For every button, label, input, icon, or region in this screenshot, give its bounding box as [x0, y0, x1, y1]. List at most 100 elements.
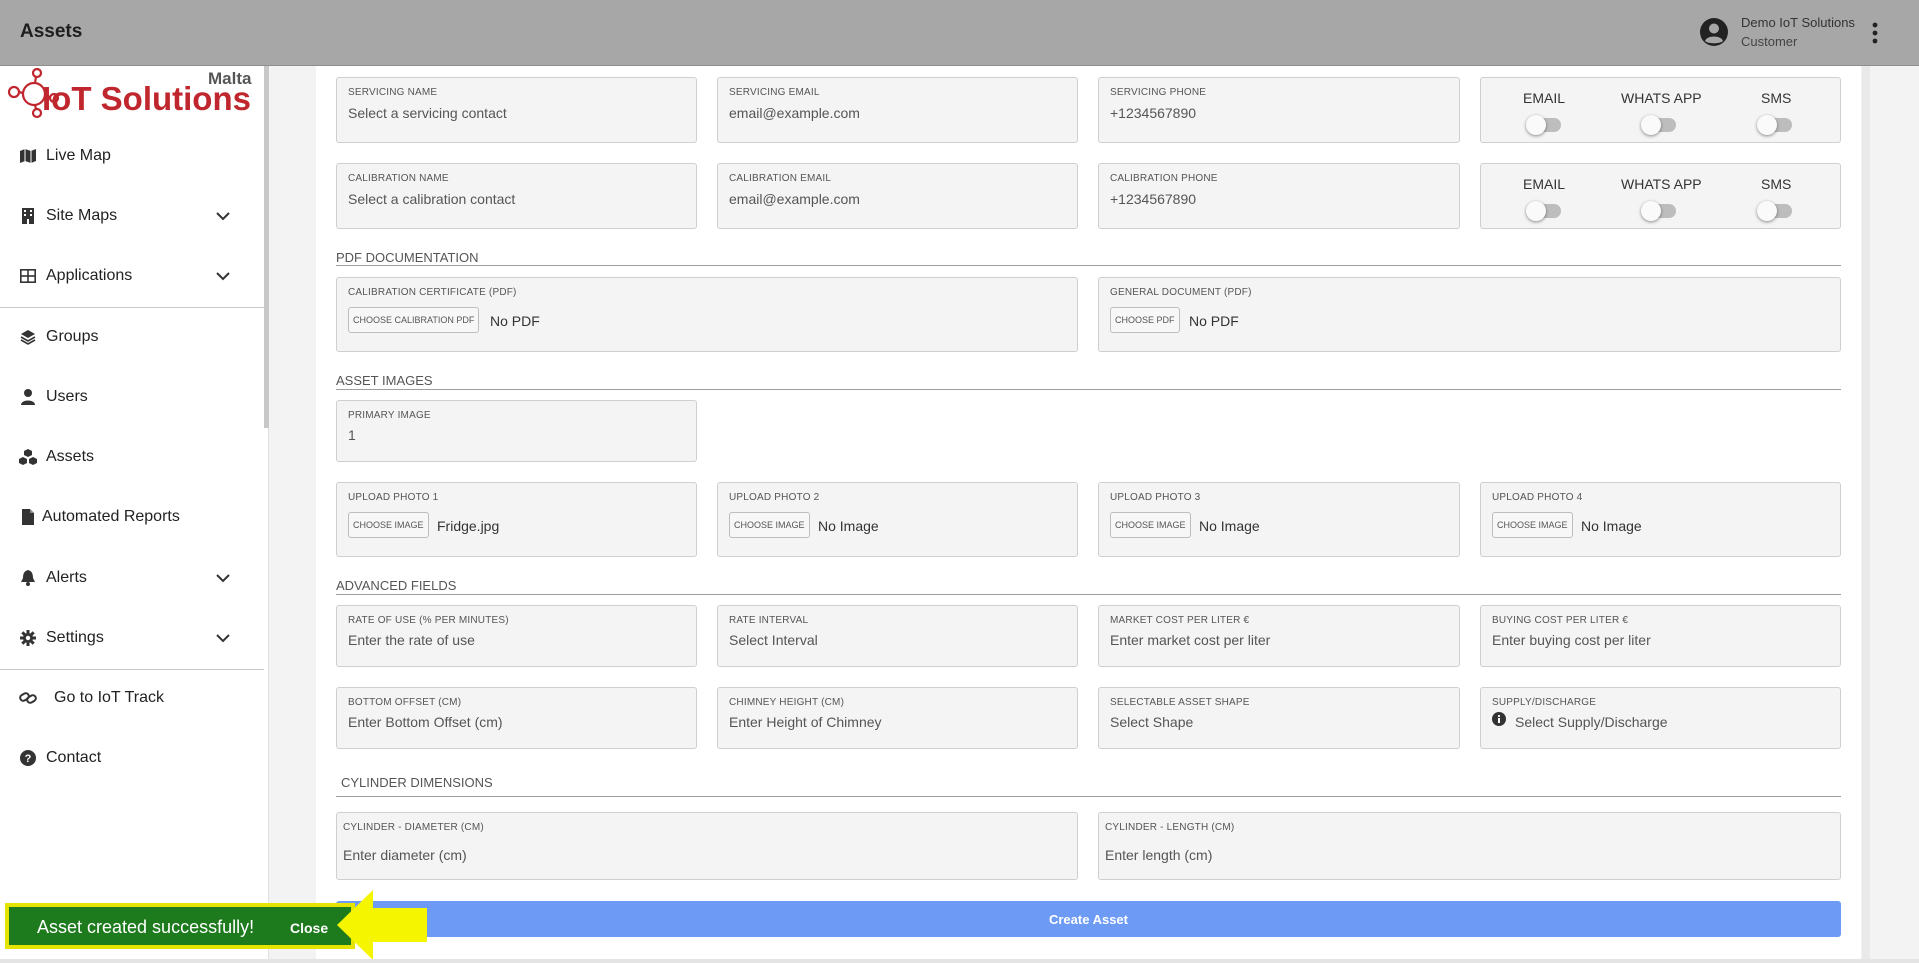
field-label: CALIBRATION PHONE: [1110, 173, 1218, 184]
supply-discharge-select[interactable]: SUPPLY/DISCHARGE Select Supply/Discharge: [1480, 687, 1841, 749]
servicing-phone-field[interactable]: SERVICING PHONE +1234567890: [1098, 77, 1460, 143]
document-icon: [19, 508, 37, 526]
account-icon[interactable]: [1699, 17, 1729, 47]
sidebar-item-applications[interactable]: Applications: [0, 254, 265, 298]
sidebar-item-assets[interactable]: Assets: [0, 435, 265, 479]
map-icon: [19, 147, 37, 165]
svg-text:Malta: Malta: [208, 69, 252, 88]
sidebar-item-live-map[interactable]: Live Map: [0, 134, 265, 178]
field-label: CYLINDER - LENGTH (CM): [1105, 822, 1235, 833]
sidebar-item-groups[interactable]: Groups: [0, 315, 265, 359]
sidebar-item-label: Alerts: [46, 569, 87, 586]
section-divider: [336, 594, 1841, 595]
field-placeholder: Select Interval: [729, 632, 818, 648]
field-placeholder: Select a calibration contact: [348, 191, 516, 207]
cubes-icon: [19, 448, 37, 466]
file-name: No PDF: [1189, 313, 1239, 329]
rate-of-use-field[interactable]: RATE OF USE (% PER MINUTES) Enter the ra…: [336, 605, 697, 667]
toggle-label-email: EMAIL: [1523, 176, 1566, 192]
sidebar-divider: [0, 307, 264, 308]
calibration-whatsapp-toggle[interactable]: [1641, 201, 1676, 221]
sidebar-item-label: Settings: [46, 629, 104, 646]
servicing-notification-toggles: EMAIL WHATS APP SMS: [1480, 77, 1841, 143]
market-cost-field[interactable]: MARKET COST PER LITER € Enter market cos…: [1098, 605, 1460, 667]
asset-shape-select[interactable]: SELECTABLE ASSET SHAPE Select Shape: [1098, 687, 1460, 749]
calibration-sms-toggle[interactable]: [1757, 201, 1792, 221]
field-value: 1: [348, 427, 356, 443]
user-name: Demo IoT Solutions: [1741, 15, 1855, 30]
servicing-sms-toggle[interactable]: [1757, 115, 1792, 135]
toast-close-button[interactable]: Close: [290, 920, 328, 936]
content-scrollbar[interactable]: [1862, 66, 1870, 959]
choose-pdf-button[interactable]: CHOOSE PDF: [1110, 307, 1180, 333]
sidebar-item-go-to-iot-track[interactable]: Go to IoT Track: [0, 676, 265, 720]
create-asset-button[interactable]: Create Asset: [336, 901, 1841, 937]
servicing-name-select[interactable]: SERVICING NAME Select a servicing contac…: [336, 77, 697, 143]
field-placeholder: email@example.com: [729, 105, 860, 121]
file-name: No Image: [1199, 518, 1260, 534]
file-name: No Image: [1581, 518, 1642, 534]
upload-photo-3: UPLOAD PHOTO 3 CHOOSE IMAGE No Image: [1098, 482, 1460, 557]
calibration-name-select[interactable]: CALIBRATION NAME Select a calibration co…: [336, 163, 697, 229]
sidebar-scrollbar[interactable]: [264, 66, 269, 428]
sidebar-item-label: Site Maps: [46, 207, 118, 224]
info-icon[interactable]: [1492, 712, 1506, 726]
chevron-down-icon: [216, 212, 230, 221]
field-label: CALIBRATION NAME: [348, 173, 449, 184]
section-divider: [336, 796, 1841, 797]
choose-image-button[interactable]: CHOOSE IMAGE: [348, 512, 429, 538]
sidebar-item-automated-reports[interactable]: Automated Reports: [0, 495, 265, 539]
sidebar-item-label: Go to IoT Track: [54, 689, 164, 706]
buying-cost-field[interactable]: BUYING COST PER LITER € Enter buying cos…: [1480, 605, 1841, 667]
more-menu-icon[interactable]: [1868, 20, 1882, 46]
sidebar-item-site-maps[interactable]: Site Maps: [0, 194, 265, 238]
field-label: UPLOAD PHOTO 4: [1492, 492, 1583, 503]
field-placeholder: Select Shape: [1110, 714, 1194, 730]
servicing-whatsapp-toggle[interactable]: [1641, 115, 1676, 135]
choose-calibration-pdf-button[interactable]: CHOOSE CALIBRATION PDF: [348, 307, 480, 333]
toggle-label-whatsapp: WHATS APP: [1621, 176, 1702, 192]
sidebar-item-users[interactable]: Users: [0, 375, 265, 419]
page-title: Assets: [20, 21, 83, 42]
cylinder-diameter-field[interactable]: CYLINDER - DIAMETER (CM) Enter diameter …: [336, 812, 1078, 880]
help-icon: ?: [19, 749, 37, 767]
choose-image-button[interactable]: CHOOSE IMAGE: [1110, 512, 1191, 538]
calibration-email-field[interactable]: CALIBRATION EMAIL email@example.com: [717, 163, 1078, 229]
bottom-offset-field[interactable]: BOTTOM OFFSET (CM) Enter Bottom Offset (…: [336, 687, 697, 749]
sidebar-item-alerts[interactable]: Alerts: [0, 556, 265, 600]
rate-interval-select[interactable]: RATE INTERVAL Select Interval: [717, 605, 1078, 667]
sidebar-item-settings[interactable]: Settings: [0, 616, 265, 660]
calibration-email-toggle[interactable]: [1526, 201, 1561, 221]
field-label: GENERAL DOCUMENT (PDF): [1110, 287, 1252, 298]
sidebar-item-contact[interactable]: ? Contact: [0, 736, 265, 780]
sidebar-item-label: Automated Reports: [42, 508, 180, 525]
calibration-phone-field[interactable]: CALIBRATION PHONE +1234567890: [1098, 163, 1460, 229]
calibration-notification-toggles: EMAIL WHATS APP SMS: [1480, 163, 1841, 229]
user-icon: [19, 388, 37, 406]
field-label: RATE INTERVAL: [729, 615, 809, 626]
choose-image-button[interactable]: CHOOSE IMAGE: [1492, 512, 1573, 538]
field-label: SERVICING PHONE: [1110, 87, 1207, 98]
toggle-label-whatsapp: WHATS APP: [1621, 90, 1702, 106]
field-label: CHIMNEY HEIGHT (CM): [729, 697, 845, 708]
choose-image-button[interactable]: CHOOSE IMAGE: [729, 512, 810, 538]
primary-image-field[interactable]: PRIMARY IMAGE 1: [336, 400, 697, 462]
chevron-down-icon: [216, 574, 230, 583]
section-divider: [336, 389, 1841, 390]
servicing-email-toggle[interactable]: [1526, 115, 1561, 135]
sidebar-item-label: Live Map: [46, 147, 111, 164]
field-placeholder: Enter Bottom Offset (cm): [348, 714, 503, 730]
field-placeholder: email@example.com: [729, 191, 860, 207]
top-app-bar: Assets Demo IoT Solutions Customer: [0, 0, 1919, 66]
field-label: UPLOAD PHOTO 1: [348, 492, 439, 503]
grid-icon: [19, 267, 37, 285]
chimney-height-field[interactable]: CHIMNEY HEIGHT (CM) Enter Height of Chim…: [717, 687, 1078, 749]
toggle-label-sms: SMS: [1761, 90, 1792, 106]
sidebar-item-label: Assets: [46, 448, 95, 465]
general-document-upload: GENERAL DOCUMENT (PDF) CHOOSE PDF No PDF: [1098, 277, 1841, 352]
upload-photo-4: UPLOAD PHOTO 4 CHOOSE IMAGE No Image: [1480, 482, 1841, 557]
field-label: CYLINDER - DIAMETER (CM): [343, 822, 484, 833]
servicing-email-field[interactable]: SERVICING EMAIL email@example.com: [717, 77, 1078, 143]
chevron-down-icon: [216, 272, 230, 281]
cylinder-length-field[interactable]: CYLINDER - LENGTH (CM) Enter length (cm): [1098, 812, 1841, 880]
